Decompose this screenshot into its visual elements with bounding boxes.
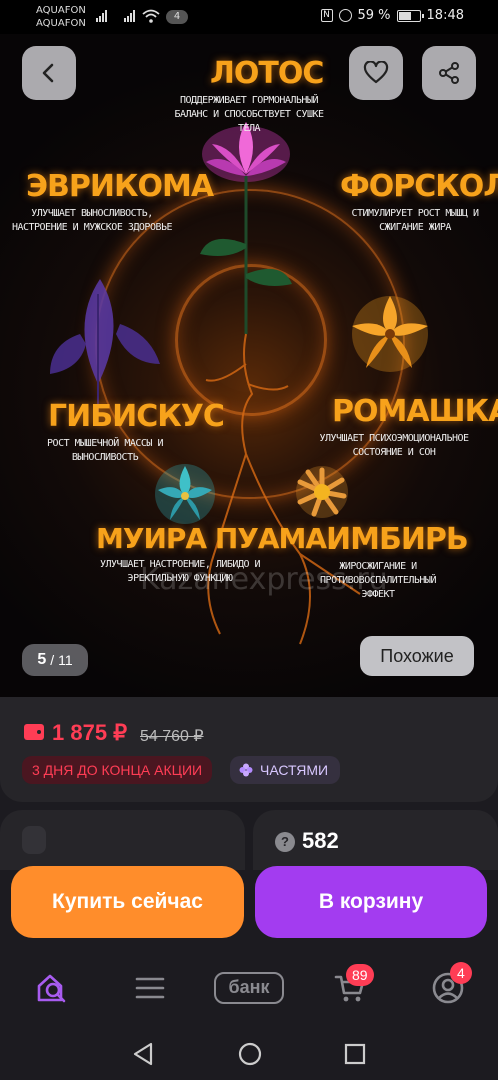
herb-title-hibiscus: ГИБИСКУС xyxy=(48,399,225,434)
nfc-icon: N xyxy=(320,9,333,22)
alarm-icon xyxy=(338,9,352,22)
installments-badge[interactable]: ЧАСТЯМИ xyxy=(230,756,341,784)
forskolin-flower-graphic xyxy=(352,296,428,372)
questions-count: 582 xyxy=(302,828,339,853)
back-button[interactable] xyxy=(22,46,76,100)
heart-icon xyxy=(363,61,389,84)
herb-title-muira-puama: МУИРА ПУАМА xyxy=(96,522,327,555)
installments-icon xyxy=(239,763,253,777)
chevron-left-icon xyxy=(42,63,54,83)
herb-title-lotus: ЛОТОС xyxy=(210,56,324,91)
gallery-total: / 11 xyxy=(50,652,73,668)
current-price: 1 875 ₽ xyxy=(52,720,128,745)
battery-icon xyxy=(396,9,424,22)
rating-card[interactable] xyxy=(0,810,245,870)
herb-title-chamomile: РОМАШКА xyxy=(332,394,498,429)
nav-home-search[interactable] xyxy=(32,970,72,1006)
bottom-navigation: банк 89 4 xyxy=(0,950,498,1028)
herb-desc-chamomile: УЛУЧШАЕТ ПСИХОЭМОЦИОНАЛЬНОЕ СОСТОЯНИЕ И … xyxy=(319,433,469,458)
carrier-1: AQUAFON xyxy=(36,5,86,16)
signal-icon-2 xyxy=(124,10,135,22)
herb-title-eurycoma: ЭВРИКОМА xyxy=(26,169,214,204)
promo-badge: 3 ДНЯ ДО КОНЦА АКЦИИ xyxy=(22,756,213,784)
system-home-icon[interactable] xyxy=(238,1042,262,1066)
product-gallery-image[interactable]: Kazanexpress.ru ЛОТОС ПОДДЕРЖИВАЕТ ГОРМО… xyxy=(0,34,498,697)
eurycoma-plant-graphic xyxy=(50,279,160,414)
buy-now-button[interactable]: Купить сейчас xyxy=(11,866,244,938)
old-price: 54 760 ₽ xyxy=(140,728,204,745)
price-card: 1 875 ₽ 54 760 ₽ 3 ДНЯ ДО КОНЦА АКЦИИ ЧА… xyxy=(0,697,498,802)
similar-products-button[interactable]: Похожие xyxy=(360,636,474,676)
cart-badge: 89 xyxy=(346,964,374,986)
notification-count-badge: 4 xyxy=(166,10,188,24)
favorite-button[interactable] xyxy=(349,46,403,100)
carrier-names: AQUAFON AQUAFON xyxy=(36,4,86,30)
system-back-icon[interactable] xyxy=(132,1042,154,1066)
system-recents-icon[interactable] xyxy=(344,1043,366,1065)
home-search-icon xyxy=(37,974,66,1003)
status-right: N 59 % 18:48 xyxy=(320,8,464,23)
herb-desc-eurycoma: УЛУЧШАЕТ ВЫНОСЛИВОСТЬ, НАСТРОЕНИЕ И МУЖС… xyxy=(11,208,173,233)
herb-desc-muira-puama: УЛУЧШАЕТ НАСТРОЕНИЕ, ЛИБИДО И ЭРЕКТИЛЬНУ… xyxy=(99,559,261,584)
herb-desc-hibiscus: РОСТ МЫШЕЧНОЙ МАССЫ И ВЫНОСЛИВОСТЬ xyxy=(47,438,163,463)
herb-title-forskolin: ФОРСКОЛИН xyxy=(340,169,498,204)
battery-percent: 59 % xyxy=(357,8,391,23)
installments-label: ЧАСТЯМИ xyxy=(260,762,329,778)
share-icon xyxy=(439,62,459,84)
chamomile-flower-graphic xyxy=(296,466,348,518)
herb-desc-ginger: ЖИРОСЖИГАНИЕ И ПРОТИВОВОСПАЛИТЕЛЬНЫЙ ЭФФ… xyxy=(320,561,436,600)
hibiscus-flower-graphic xyxy=(155,464,215,524)
rating-placeholder xyxy=(22,826,46,854)
profile-badge: 4 xyxy=(450,962,472,984)
add-to-cart-button[interactable]: В корзину xyxy=(255,866,487,938)
herb-desc-lotus: ПОДДЕРЖИВАЕТ ГОРМОНАЛЬНЫЙ БАЛАНС И СПОСО… xyxy=(174,95,324,134)
lotus-flower-graphic xyxy=(200,122,292,334)
wifi-icon xyxy=(142,9,160,23)
wallet-icon xyxy=(24,724,44,740)
herb-title-ginger: ИМБИРЬ xyxy=(326,522,469,557)
question-icon: ? xyxy=(275,832,295,852)
share-button[interactable] xyxy=(422,46,476,100)
herb-desc-forskolin: СТИМУЛИРУЕТ РОСТ МЫШЦ И СЖИГАНИЕ ЖИРА xyxy=(351,208,479,233)
status-bar: AQUAFON AQUAFON 4 N 59 % 18:48 xyxy=(0,0,498,34)
carrier-2: AQUAFON xyxy=(36,18,86,29)
questions-card[interactable]: ? 582 xyxy=(253,810,498,870)
nav-bank[interactable]: банк xyxy=(214,972,284,1004)
gallery-current-index: 5 xyxy=(37,651,47,668)
gallery-pager: 5 / 11 xyxy=(22,644,88,676)
menu-icon xyxy=(135,977,165,999)
clock: 18:48 xyxy=(426,8,464,23)
signal-icon xyxy=(96,10,107,22)
system-navigation-bar xyxy=(0,1028,498,1080)
nav-catalog[interactable] xyxy=(130,970,170,1006)
